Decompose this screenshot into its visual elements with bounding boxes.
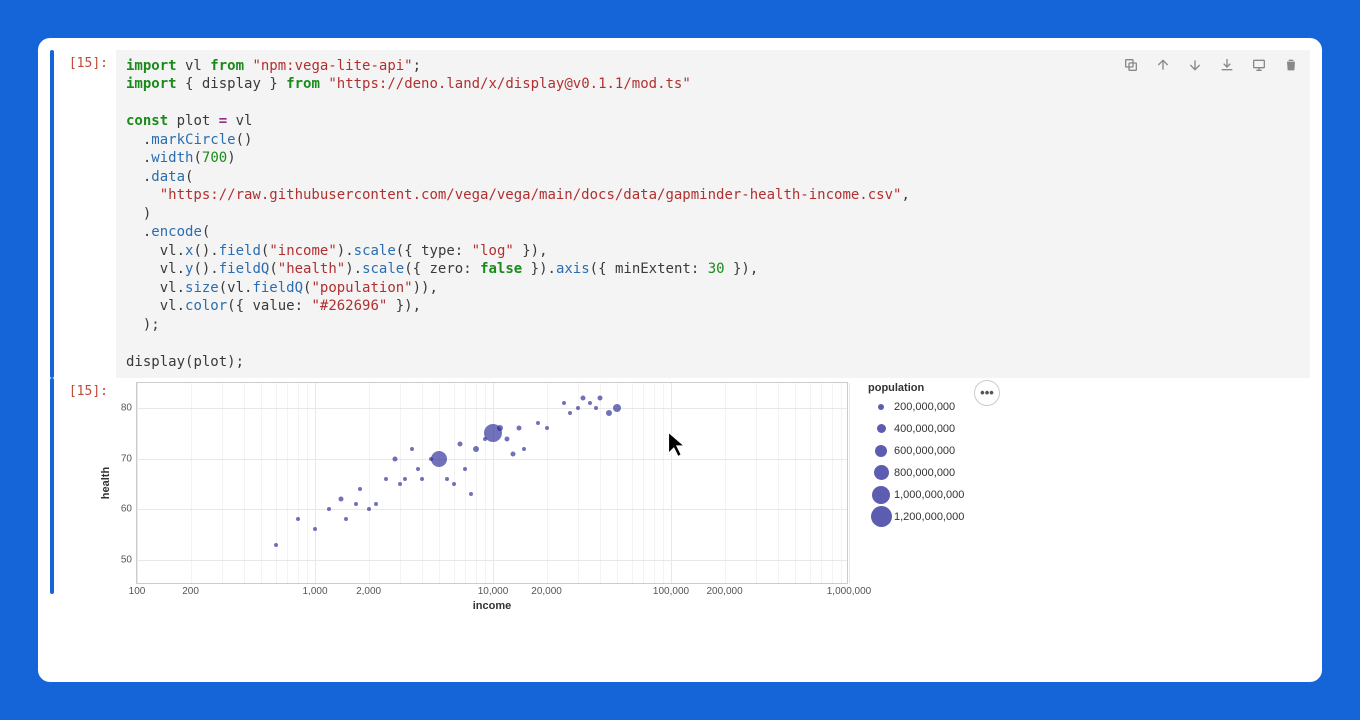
input-prompt: [15]:	[54, 50, 116, 378]
legend-title: population	[868, 382, 964, 394]
legend-label: 400,000,000	[894, 423, 955, 435]
legend-entry: 200,000,000	[868, 397, 964, 417]
data-point[interactable]	[576, 406, 580, 410]
data-point[interactable]	[354, 502, 358, 506]
data-point[interactable]	[473, 446, 479, 452]
data-point[interactable]	[416, 467, 420, 471]
x-tick-label: 1,000,000	[827, 586, 872, 597]
copy-icon[interactable]	[1122, 56, 1140, 74]
data-point[interactable]	[545, 426, 549, 430]
legend-label: 200,000,000	[894, 401, 955, 413]
data-point[interactable]	[420, 477, 424, 481]
y-tick-label: 60	[121, 504, 132, 515]
legend-entry: 400,000,000	[868, 419, 964, 439]
data-point[interactable]	[497, 425, 503, 431]
data-point[interactable]	[344, 517, 348, 521]
move-up-icon[interactable]	[1154, 56, 1172, 74]
data-point[interactable]	[392, 456, 397, 461]
data-point[interactable]	[457, 441, 462, 446]
data-point[interactable]	[469, 492, 473, 496]
data-point[interactable]	[568, 411, 572, 415]
y-tick-label: 50	[121, 554, 132, 565]
data-point[interactable]	[327, 507, 331, 511]
legend-entry: 1,200,000,000	[868, 507, 964, 527]
data-point[interactable]	[594, 406, 598, 410]
x-tick-label: 10,000	[478, 586, 509, 597]
legend-label: 800,000,000	[894, 467, 955, 479]
data-point[interactable]	[452, 482, 456, 486]
data-point[interactable]	[606, 410, 612, 416]
x-tick-label: 200	[182, 586, 199, 597]
legend: population 200,000,000 400,000,000 600,000…	[868, 382, 964, 529]
data-point[interactable]	[463, 467, 467, 471]
data-point[interactable]	[588, 401, 592, 405]
download-icon[interactable]	[1218, 56, 1236, 74]
presentation-icon[interactable]	[1250, 56, 1268, 74]
legend-entry: 1,000,000,000	[868, 485, 964, 505]
x-tick-label: 1,000	[302, 586, 327, 597]
output-cell: [15]: ••• health 506070801002001,0002,00…	[50, 378, 1310, 594]
data-point[interactable]	[296, 517, 300, 521]
data-point[interactable]	[517, 426, 522, 431]
data-point[interactable]	[562, 401, 566, 405]
data-point[interactable]	[403, 477, 407, 481]
y-tick-label: 80	[121, 403, 132, 414]
y-axis-label: health	[100, 467, 112, 499]
data-point[interactable]	[505, 436, 510, 441]
legend-label: 1,000,000,000	[894, 489, 964, 501]
data-point[interactable]	[613, 404, 621, 412]
output-area: ••• health 506070801002001,0002,00010,00…	[116, 378, 1310, 594]
move-down-icon[interactable]	[1186, 56, 1204, 74]
output-more-icon[interactable]: •••	[974, 380, 1000, 406]
data-point[interactable]	[374, 502, 378, 506]
input-cell: [15]: import vl from "npm:vega-lite-api"…	[50, 50, 1310, 378]
data-point[interactable]	[598, 396, 603, 401]
delete-icon[interactable]	[1282, 56, 1300, 74]
notebook-frame: [15]: import vl from "npm:vega-lite-api"…	[38, 38, 1322, 682]
x-tick-label: 100	[129, 586, 146, 597]
data-point[interactable]	[384, 477, 388, 481]
x-tick-label: 200,000	[707, 586, 743, 597]
legend-entry: 800,000,000	[868, 463, 964, 483]
x-tick-label: 20,000	[531, 586, 562, 597]
data-point[interactable]	[431, 451, 447, 467]
data-point[interactable]	[536, 421, 540, 425]
cell-toolbar	[1122, 56, 1300, 74]
data-point[interactable]	[274, 543, 278, 547]
data-point[interactable]	[580, 396, 585, 401]
code-editor[interactable]: import vl from "npm:vega-lite-api";impor…	[116, 50, 1310, 378]
data-point[interactable]	[410, 447, 414, 451]
x-tick-label: 2,000	[356, 586, 381, 597]
data-point[interactable]	[445, 477, 449, 481]
data-point[interactable]	[367, 507, 371, 511]
data-point[interactable]	[313, 527, 317, 531]
legend-entry: 600,000,000	[868, 441, 964, 461]
y-tick-label: 70	[121, 453, 132, 464]
legend-label: 1,200,000,000	[894, 511, 964, 523]
data-point[interactable]	[522, 447, 526, 451]
data-point[interactable]	[398, 482, 402, 486]
data-point[interactable]	[339, 497, 344, 502]
legend-label: 600,000,000	[894, 445, 955, 457]
x-tick-label: 100,000	[653, 586, 689, 597]
scatter-plot[interactable]: 506070801002001,0002,00010,00020,000100,…	[136, 382, 848, 584]
x-axis-label: income	[473, 600, 512, 612]
data-point[interactable]	[511, 451, 516, 456]
data-point[interactable]	[358, 487, 362, 491]
